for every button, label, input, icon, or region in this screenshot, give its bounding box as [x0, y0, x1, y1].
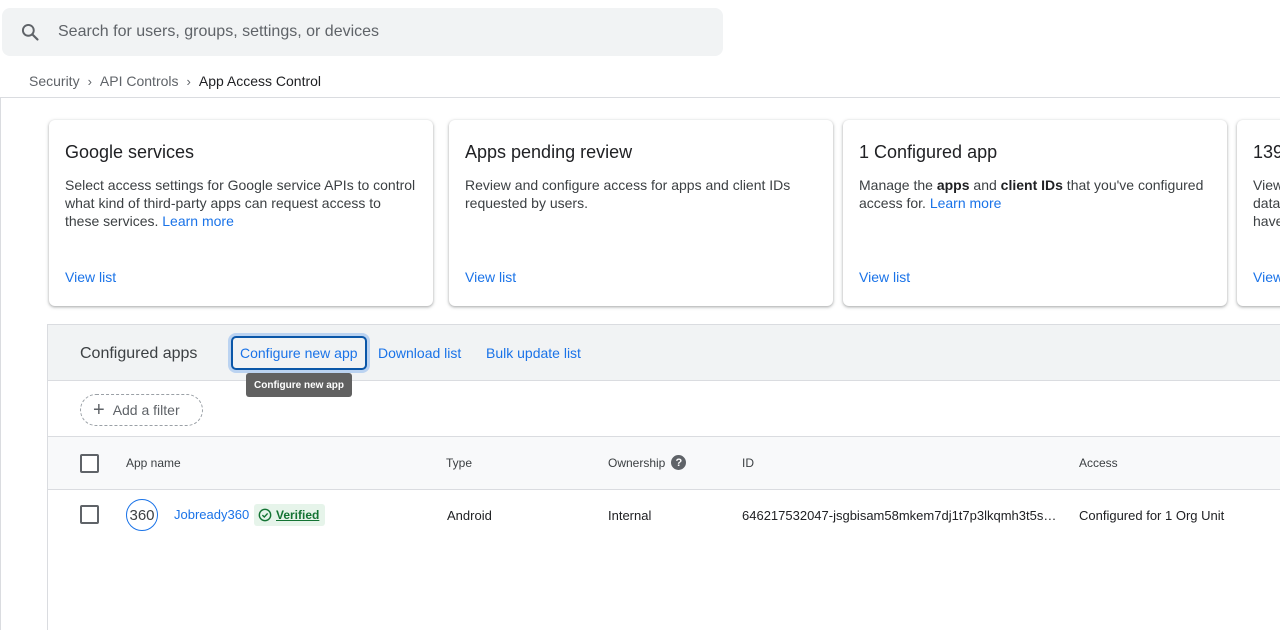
breadcrumb-item-api-controls[interactable]: API Controls: [100, 73, 179, 89]
filter-bar: + Add a filter: [48, 381, 1280, 437]
learn-more-link[interactable]: Learn more: [162, 213, 234, 229]
view-list-link[interactable]: View list: [65, 269, 116, 285]
card-title: Google services: [65, 142, 195, 162]
card-configured-app: 1 Configured app Manage the apps and cli…: [843, 120, 1227, 306]
check-circle-icon: [258, 508, 272, 522]
view-list-link[interactable]: View: [1253, 269, 1280, 285]
breadcrumb: Security › API Controls › App Access Con…: [29, 72, 321, 90]
configured-apps-panel: Configured apps Configure new app Downlo…: [47, 324, 1280, 630]
desc-bold: client IDs: [1000, 177, 1063, 193]
chevron-right-icon: ›: [186, 73, 191, 89]
add-filter-label: Add a filter: [112, 402, 180, 418]
card-description: Select access settings for Google servic…: [65, 176, 417, 230]
desc-line: View: [1253, 177, 1280, 193]
panel-toolbar: Configured apps Configure new app Downlo…: [48, 325, 1280, 397]
tooltip: Configure new app: [246, 373, 352, 397]
cell-ownership: Internal: [608, 508, 652, 523]
panel-title: Configured apps: [80, 345, 198, 362]
plus-icon: +: [93, 399, 105, 421]
add-filter-button[interactable]: + Add a filter: [80, 394, 203, 426]
column-header-app-name[interactable]: App name: [126, 456, 181, 470]
bulk-update-list-button[interactable]: Bulk update list: [479, 336, 588, 370]
ownership-label: Ownership: [608, 455, 666, 470]
card-description-text: Select access settings for Google servic…: [65, 177, 416, 229]
cell-access: Configured for 1 Org Unit: [1079, 508, 1225, 523]
search-icon[interactable]: [2, 22, 58, 42]
column-header-ownership[interactable]: Ownership ?: [608, 455, 687, 470]
table-header: App name Type Ownership ? ID Access: [48, 437, 1280, 490]
desc-text: and: [969, 177, 1001, 193]
breadcrumb-current: App Access Control: [198, 73, 322, 89]
card-title: 139: [1253, 142, 1280, 162]
divider: [0, 97, 1280, 98]
card-google-services: Google services Select access settings f…: [49, 120, 433, 306]
view-list-link[interactable]: View list: [465, 269, 516, 285]
divider: [0, 98, 1, 630]
row-checkbox[interactable]: [80, 505, 99, 524]
desc-line: have: [1253, 213, 1280, 229]
desc-bold: apps: [936, 177, 970, 193]
card-description: View data have: [1253, 176, 1280, 230]
card-title: Apps pending review: [465, 142, 633, 162]
desc-line: data: [1253, 195, 1280, 211]
card-description: Review and configure access for apps and…: [465, 177, 791, 211]
app-logo-icon: 360: [126, 499, 158, 531]
configure-new-app-button[interactable]: Configure new app: [231, 336, 367, 370]
table-row[interactable]: 360 Jobready360 Verified Android Interna…: [48, 490, 1280, 540]
chevron-right-icon: ›: [87, 73, 92, 89]
cell-id: 646217532047-jsgbisam58mkem7dj1t7p3lkqmh…: [742, 508, 1057, 523]
select-all-checkbox[interactable]: [80, 454, 99, 473]
app-access-control-page: Security › API Controls › App Access Con…: [0, 0, 1280, 630]
download-list-button[interactable]: Download list: [371, 336, 468, 370]
card-description: Manage the apps and client IDs that you'…: [859, 176, 1211, 212]
desc-text: Manage the: [859, 177, 937, 193]
verified-label: Verified: [276, 508, 320, 522]
column-header-type[interactable]: Type: [446, 456, 472, 470]
view-list-link[interactable]: View list: [859, 269, 910, 285]
search-input[interactable]: [58, 23, 658, 41]
cell-type: Android: [447, 508, 492, 523]
app-name-link[interactable]: Jobready360: [174, 507, 249, 522]
search-bar[interactable]: [2, 8, 723, 56]
card-apps-pending-review: Apps pending review Review and configure…: [449, 120, 833, 306]
verified-badge[interactable]: Verified: [254, 504, 326, 526]
card-title: 1 Configured app: [859, 142, 998, 162]
breadcrumb-item-security[interactable]: Security: [29, 73, 80, 89]
column-header-id[interactable]: ID: [742, 456, 754, 470]
card-partial: 139 View data have View: [1237, 120, 1280, 306]
help-icon[interactable]: ?: [671, 455, 687, 470]
column-header-access[interactable]: Access: [1079, 456, 1118, 470]
learn-more-link[interactable]: Learn more: [930, 195, 1002, 211]
